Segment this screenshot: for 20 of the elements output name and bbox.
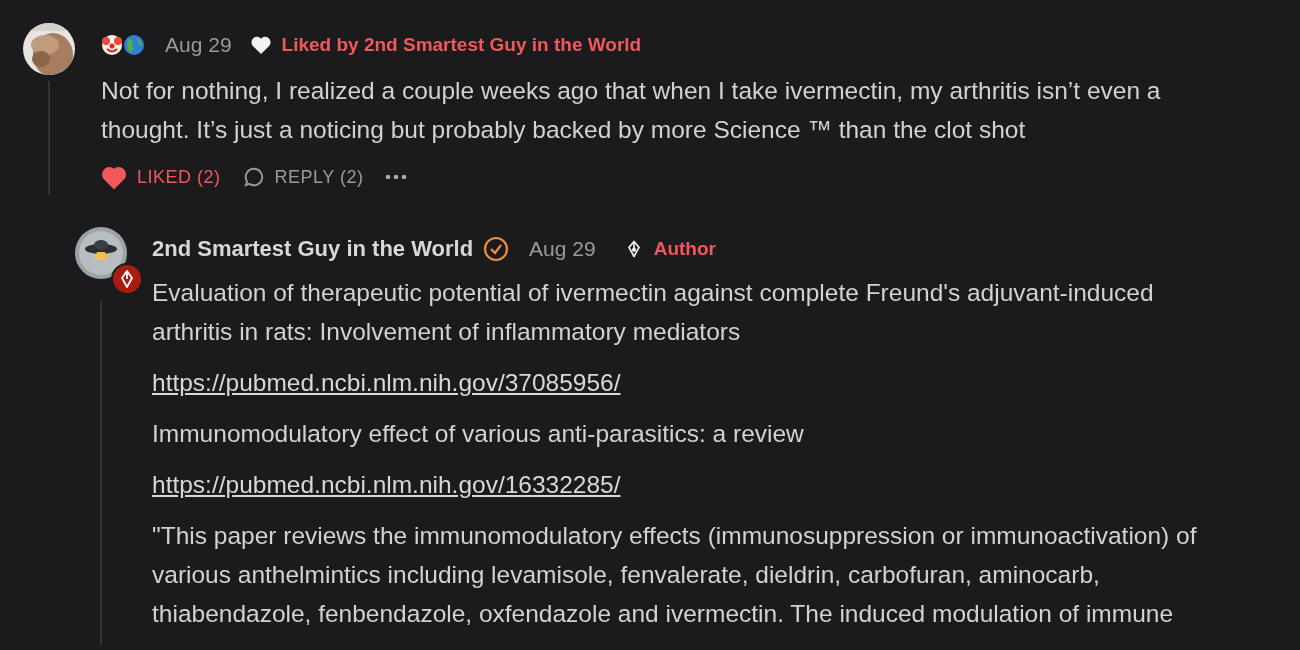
comment-date: Aug 29 [165, 33, 232, 57]
author-label: Author [653, 238, 716, 260]
more-options-icon[interactable] [385, 174, 408, 180]
author-name[interactable]: 2nd Smartest Guy in the World [152, 236, 474, 262]
liked-by-label: Liked by 2nd Smartest Guy in the World [281, 34, 642, 56]
reply-paragraph: "This paper reviews the immunomodulatory effects (immunosuppression or immunoactivation) of various anthelmintics including levamisole, fenvalerate, dieldrin, carbofuran, aminocarb, thiabendazole, fenbendazole, oxfendazole and ivermectin. The induced modulation of immune [152, 521, 1198, 629]
reply-date: Aug 29 [529, 237, 596, 261]
link[interactable]: https://pubmed.ncbi.nlm.nih.gov/37085956/ [152, 369, 621, 396]
globe-icon [123, 34, 145, 56]
link[interactable]: https://pubmed.ncbi.nlm.nih.gov/16332285/ [152, 471, 621, 498]
heart-icon [101, 165, 127, 189]
heart-icon [249, 35, 272, 55]
reply-paragraph: Immunomodulatory effect of various anti-parasitics: a review [152, 419, 805, 449]
pen-badge-icon [111, 263, 143, 295]
comment-text: Not for nothing, I realized a couple weeks ago that when I take ivermectin, my arthritis isn’t even a thought. It’s just a noticing but probably backed by more Science ™ than the clot shot [101, 76, 1162, 145]
reply-button[interactable]: REPLY (2) [242, 166, 364, 188]
clown-face-icon [101, 34, 123, 56]
reply-paragraph: Evaluation of therapeutic potential of ivermectin against complete Freund's adjuvant-induced arthritis in rats: Involvement of inflammatory mediators [152, 278, 1155, 347]
speech-bubble-icon [242, 166, 265, 188]
like-button[interactable]: LIKED (2) [101, 165, 221, 189]
